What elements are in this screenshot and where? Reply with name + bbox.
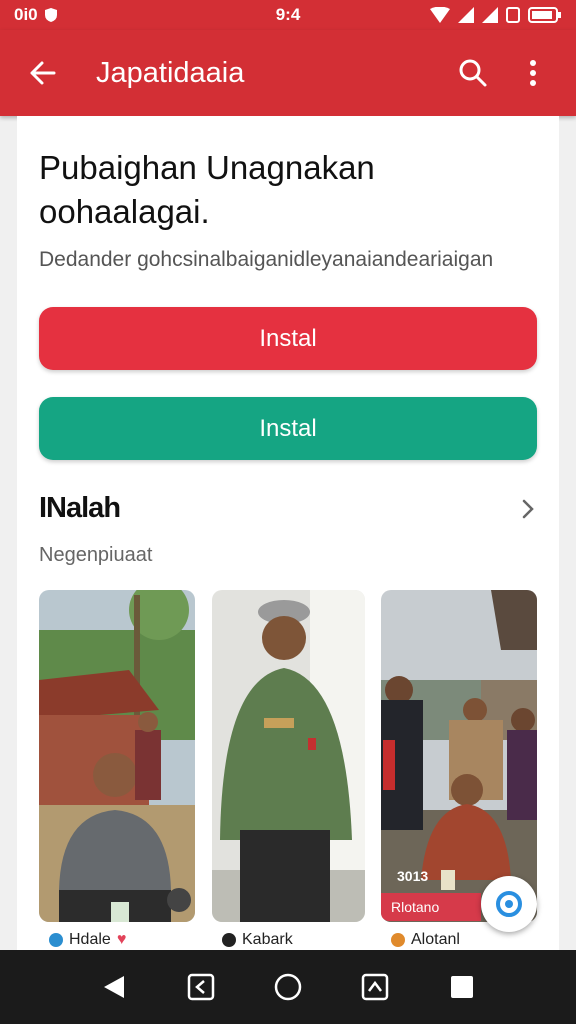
nav-home-button[interactable] — [268, 967, 308, 1007]
verified-icon — [49, 933, 63, 947]
status-left: 0i0 — [14, 5, 194, 25]
photo-village-man — [39, 590, 195, 922]
shield-icon — [44, 8, 57, 22]
wifi-icon — [430, 7, 450, 23]
section-more-button[interactable] — [513, 494, 543, 524]
triangle-back-icon — [103, 976, 124, 998]
page-subtitle: Dedander gohcsinalbaiganidleyanaiandeari… — [39, 248, 494, 271]
section-title: INalah — [39, 492, 121, 524]
screenshot-icon — [361, 973, 389, 1001]
thumbnail-label-3: Alotanl — [391, 931, 460, 949]
fire-icon — [391, 933, 405, 947]
search-button[interactable] — [448, 48, 498, 98]
chat-bubble-icon — [496, 891, 522, 917]
nav-screenshot-button[interactable] — [355, 967, 395, 1007]
nav-recent-back-button[interactable] — [181, 967, 221, 1007]
status-left-text: 0i0 — [14, 5, 38, 24]
heart-icon: ♥ — [116, 931, 127, 948]
home-circle-icon — [274, 973, 302, 1001]
sim-icon — [506, 7, 520, 23]
photo-uniform-man — [212, 590, 365, 922]
thumbnail-label-2: Kabark — [222, 931, 293, 949]
thumbnail-overlay-3: Rlotano — [381, 893, 481, 921]
nav-recents-button[interactable] — [442, 967, 482, 1007]
install-button-secondary[interactable]: Instal — [39, 397, 537, 460]
back-button[interactable] — [18, 48, 68, 98]
content-card: Pubaighan Unagnakan oohaalagai. Dedander… — [17, 116, 559, 950]
thumbnail-photo-1[interactable] — [39, 590, 195, 922]
more-options-button[interactable] — [508, 48, 558, 98]
search-icon — [459, 59, 487, 87]
more-vert-icon — [530, 60, 536, 86]
nav-back-button[interactable] — [94, 967, 134, 1007]
arrow-back-icon — [30, 61, 56, 85]
floating-chat-button[interactable] — [481, 876, 537, 932]
thumbnail-label-1: Hdale ♥ — [49, 931, 126, 949]
square-back-icon — [187, 973, 215, 1001]
thumbnail-count-3: 3013 — [397, 868, 429, 884]
location-icon — [222, 933, 236, 947]
app-title: Japatidaaia — [96, 56, 245, 89]
install-button-primary[interactable]: Instal — [39, 307, 537, 370]
section-subtitle: Negenpiuaat — [39, 544, 153, 566]
thumbnail-title-1: Hdale — [69, 931, 111, 948]
status-time: 9:4 — [275, 5, 301, 24]
thumbnail-title-3: Alotanl — [411, 931, 460, 948]
app-bar: Japatidaaia — [0, 30, 576, 116]
status-bar: 0i0 9:4 — [0, 0, 576, 30]
system-nav-bar — [0, 950, 576, 1024]
thumbnail-title-2: Kabark — [242, 931, 293, 948]
chevron-right-icon — [522, 499, 534, 519]
signal-icon-2 — [482, 7, 498, 23]
square-recents-icon — [451, 976, 474, 998]
thumbnail-photo-2[interactable] — [212, 590, 365, 922]
signal-icon — [458, 7, 474, 23]
battery-icon — [528, 7, 561, 23]
status-icons — [382, 6, 562, 24]
page-heading: Pubaighan Unagnakan oohaalagai. — [39, 149, 375, 230]
